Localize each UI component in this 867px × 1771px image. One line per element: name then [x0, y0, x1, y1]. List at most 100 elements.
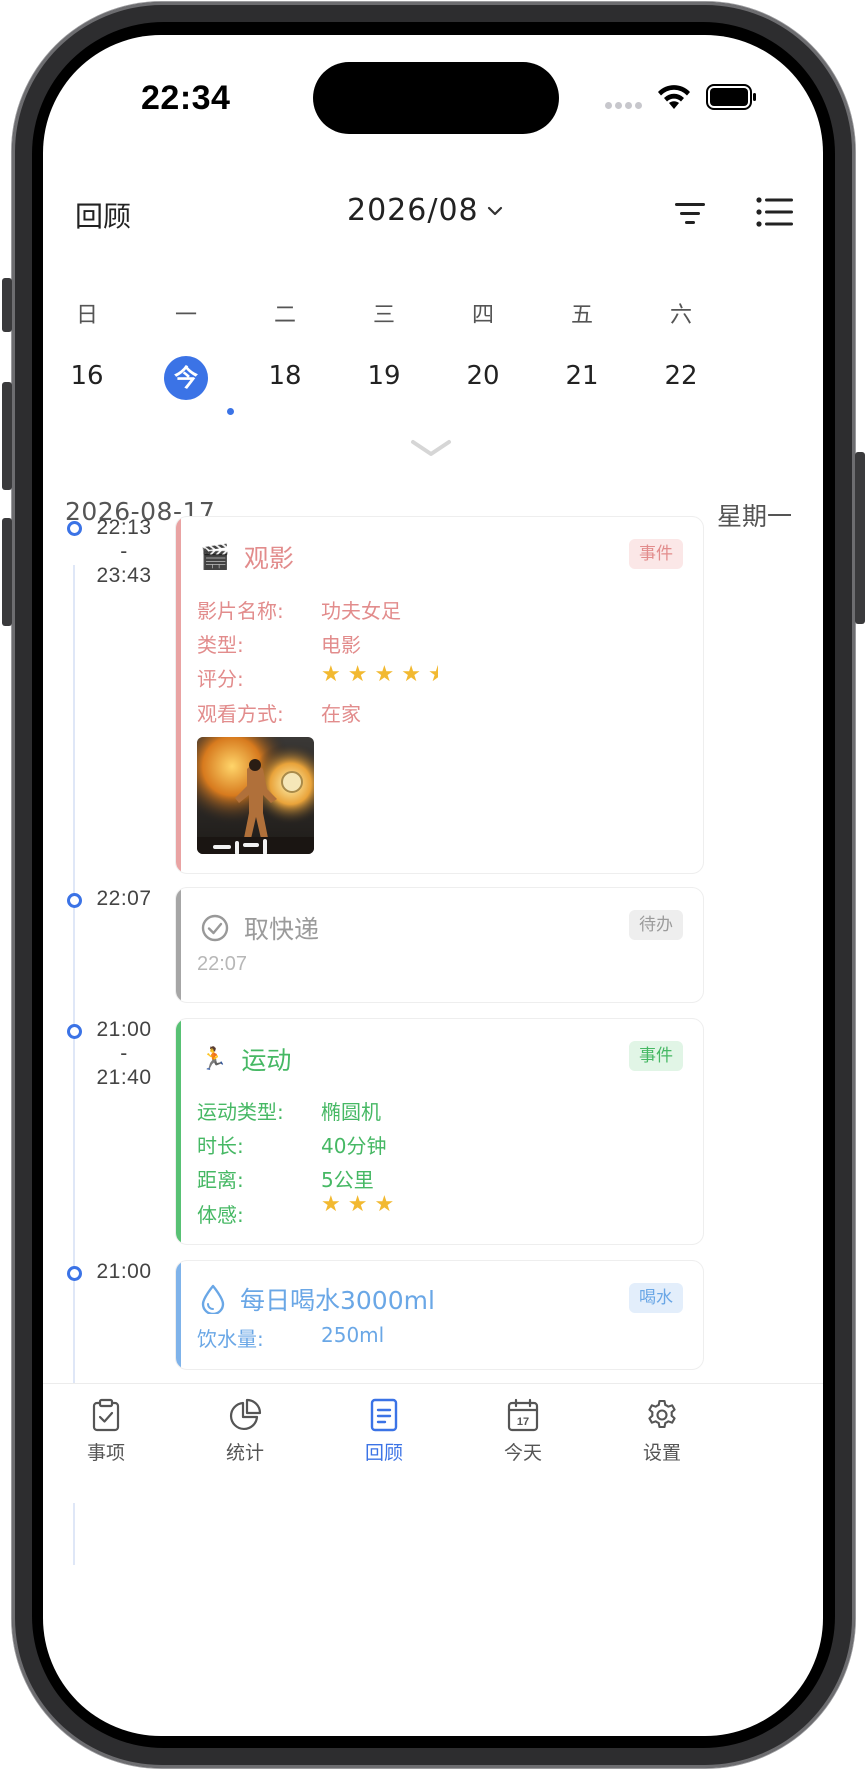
- screen: 22:34 回顾 2026/08 日 一 二 三 四 五 六 16 今 18 1…: [43, 35, 823, 1736]
- tab-stats[interactable]: 统计: [195, 1398, 295, 1465]
- field-value: 40分钟: [321, 1134, 387, 1158]
- entry-time: 22:07: [91, 887, 157, 911]
- time-start: 21:00: [96, 1260, 152, 1283]
- field-key: 距离:: [197, 1168, 244, 1192]
- field-row: 影片名称: 功夫女足: [197, 595, 401, 624]
- time-end: 21:40: [96, 1066, 152, 1089]
- type-badge: 喝水: [629, 1283, 683, 1313]
- date-cell[interactable]: 19: [339, 356, 429, 396]
- field-row: 距离: 5公里: [197, 1164, 374, 1193]
- dynamic-island: [313, 62, 559, 134]
- card-title: 每日喝水3000ml: [240, 1286, 435, 1315]
- weekday-name: 四: [471, 303, 494, 328]
- weekday-name: 三: [372, 303, 395, 328]
- date-cell[interactable]: 16: [43, 356, 132, 396]
- category-bar: [176, 888, 181, 1002]
- star-icon: ★: [374, 1192, 395, 1217]
- tab-label: 回顾: [364, 1442, 403, 1464]
- category-bar: [176, 1019, 181, 1244]
- pie-chart-icon: [230, 1398, 262, 1430]
- date-cell-today[interactable]: 今: [141, 356, 231, 400]
- event-dot: [227, 408, 234, 415]
- check-circle-icon: [201, 914, 229, 942]
- tab-today[interactable]: 17 今天: [473, 1398, 573, 1465]
- time-start: 22:07: [96, 887, 152, 910]
- half-star-icon: ★: [428, 663, 438, 692]
- type-badge: 事件: [629, 1041, 683, 1071]
- timeline-node: [67, 1024, 82, 1039]
- entry-card-water[interactable]: 每日喝水3000ml 喝水 饮水量: 250ml: [175, 1260, 704, 1370]
- field-value: 在家: [321, 702, 361, 726]
- field-value: 5公里: [321, 1168, 374, 1192]
- clipboard-check-icon: [92, 1398, 120, 1432]
- field-row: 评分: ★ ★ ★ ★ ★: [197, 663, 438, 692]
- tab-bar: 事项 统计 回顾 17 今天 设置: [43, 1383, 823, 1503]
- date-cell[interactable]: 20: [438, 356, 528, 396]
- star-rating: ★ ★ ★ ★ ★: [321, 663, 438, 692]
- field-row: 饮水量: 250ml: [197, 1323, 384, 1352]
- field-value: 椭圆机: [321, 1100, 381, 1124]
- date-cell[interactable]: 22: [636, 356, 726, 396]
- month-label: 2026/08: [347, 193, 479, 228]
- tab-label: 统计: [225, 1442, 264, 1464]
- month-picker[interactable]: 2026/08: [347, 193, 503, 228]
- field-value: 功夫女足: [321, 599, 401, 623]
- date-cell[interactable]: 21: [537, 356, 627, 396]
- selected-weekday: 星期一: [716, 502, 792, 531]
- entry-time: 21:00 - 21:40: [91, 1018, 157, 1090]
- tab-label: 事项: [86, 1442, 125, 1464]
- entry-time: 21:00: [91, 1260, 157, 1284]
- weekday-name: 五: [570, 303, 593, 328]
- document-icon: [370, 1398, 398, 1432]
- field-value: 电影: [321, 633, 361, 657]
- entry-card-movie[interactable]: 🎬 观影 事件 影片名称: 功夫女足 类型: 电影 评分: ★ ★ ★ ★ ★ …: [175, 516, 704, 874]
- today-indicator: 今: [164, 356, 208, 400]
- expand-calendar-icon[interactable]: [409, 438, 453, 460]
- page-title: 回顾: [75, 200, 132, 233]
- field-key: 运动类型:: [197, 1100, 284, 1124]
- entry-card-todo[interactable]: 取快递 待办 22:07: [175, 887, 704, 1003]
- tab-items[interactable]: 事项: [56, 1398, 156, 1465]
- star-icon: ★: [321, 662, 341, 687]
- field-key: 评分:: [197, 667, 244, 691]
- time-separator: -: [120, 540, 128, 563]
- tab-label: 设置: [642, 1442, 681, 1464]
- weekday-name: 六: [669, 303, 692, 328]
- star-icon: ★: [321, 1192, 341, 1217]
- timeline-node: [67, 1266, 82, 1281]
- card-title: 观影: [243, 544, 294, 573]
- wifi-icon: [658, 85, 690, 109]
- star-icon: ★: [347, 662, 368, 687]
- weekday-name: 一: [174, 303, 197, 328]
- power-button: [855, 452, 865, 624]
- runner-icon: 🏃: [200, 1046, 228, 1072]
- calendar-day-number: 17: [517, 1416, 529, 1428]
- field-key: 饮水量:: [197, 1327, 264, 1351]
- clapperboard-icon: 🎬: [200, 543, 230, 571]
- entry-card-exercise[interactable]: 🏃 运动 事件 运动类型: 椭圆机 时长: 40分钟 距离: 5公里 体感: ★…: [175, 1018, 704, 1245]
- star-icon: ★: [347, 1192, 368, 1217]
- tab-settings[interactable]: 设置: [612, 1398, 712, 1465]
- timeline-node: [67, 893, 82, 908]
- field-key: 时长:: [197, 1134, 244, 1158]
- star-icon: ★: [401, 662, 421, 687]
- calendar-icon: 17: [507, 1398, 539, 1432]
- list-view-icon[interactable]: [755, 195, 795, 229]
- time-start: 21:00: [96, 1018, 152, 1041]
- type-badge: 事件: [629, 539, 683, 569]
- weekday-name: 日: [75, 303, 98, 328]
- category-bar: [176, 517, 181, 873]
- time-start: 22:13: [96, 516, 152, 539]
- tab-review[interactable]: 回顾: [334, 1398, 434, 1465]
- time-end: 23:43: [96, 564, 152, 587]
- type-badge: 待办: [629, 910, 683, 940]
- date-cell[interactable]: 18: [240, 356, 330, 396]
- water-drop-icon: [201, 1284, 225, 1314]
- gear-icon: [648, 1399, 676, 1429]
- weekday-name: 二: [273, 303, 296, 328]
- field-key: 观看方式:: [197, 702, 284, 726]
- filter-icon[interactable]: [671, 197, 709, 229]
- field-row: 类型: 电影: [197, 629, 361, 658]
- movie-poster-image[interactable]: [197, 737, 314, 854]
- card-title: 运动: [241, 1046, 292, 1075]
